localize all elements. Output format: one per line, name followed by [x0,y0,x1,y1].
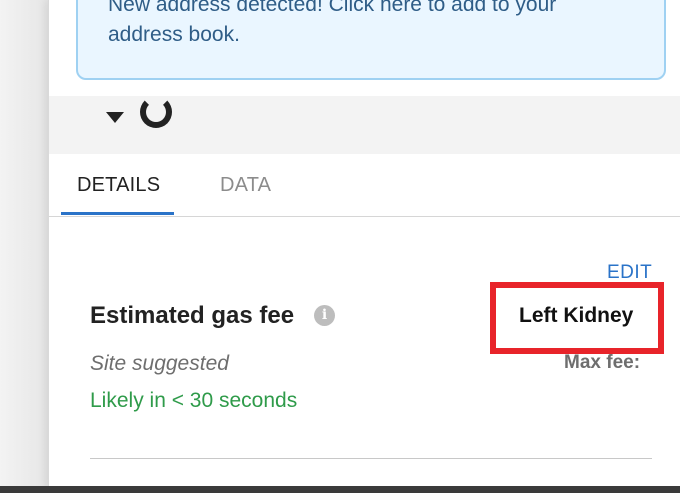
spinner-icon [140,96,172,128]
tab-data[interactable]: DATA [220,174,271,197]
estimated-gas-fee-title: Estimated gas fee [90,302,295,329]
notice-text-line2: address book. [108,23,240,46]
tab-bar: DETAILS DATA [49,154,680,217]
gas-fee-value: Left Kidney [519,304,634,327]
notice-text-line1: New address detected! Click here to add … [108,0,557,16]
tab-details[interactable]: DETAILS [77,174,160,197]
info-icon[interactable]: i [314,305,335,326]
left-gutter [0,0,48,493]
site-suggested-label: Site suggested [90,352,229,375]
caret-down-icon[interactable] [106,112,124,123]
divider [90,458,652,459]
max-fee-label: Max fee: [564,352,641,373]
edit-gas-link[interactable]: EDIT [607,262,652,284]
new-address-notice[interactable]: New address detected! Click here to add … [76,0,666,80]
bottom-edge [0,486,680,493]
active-tab-indicator [61,212,174,215]
likely-time-text: Likely in < 30 seconds [90,389,298,412]
